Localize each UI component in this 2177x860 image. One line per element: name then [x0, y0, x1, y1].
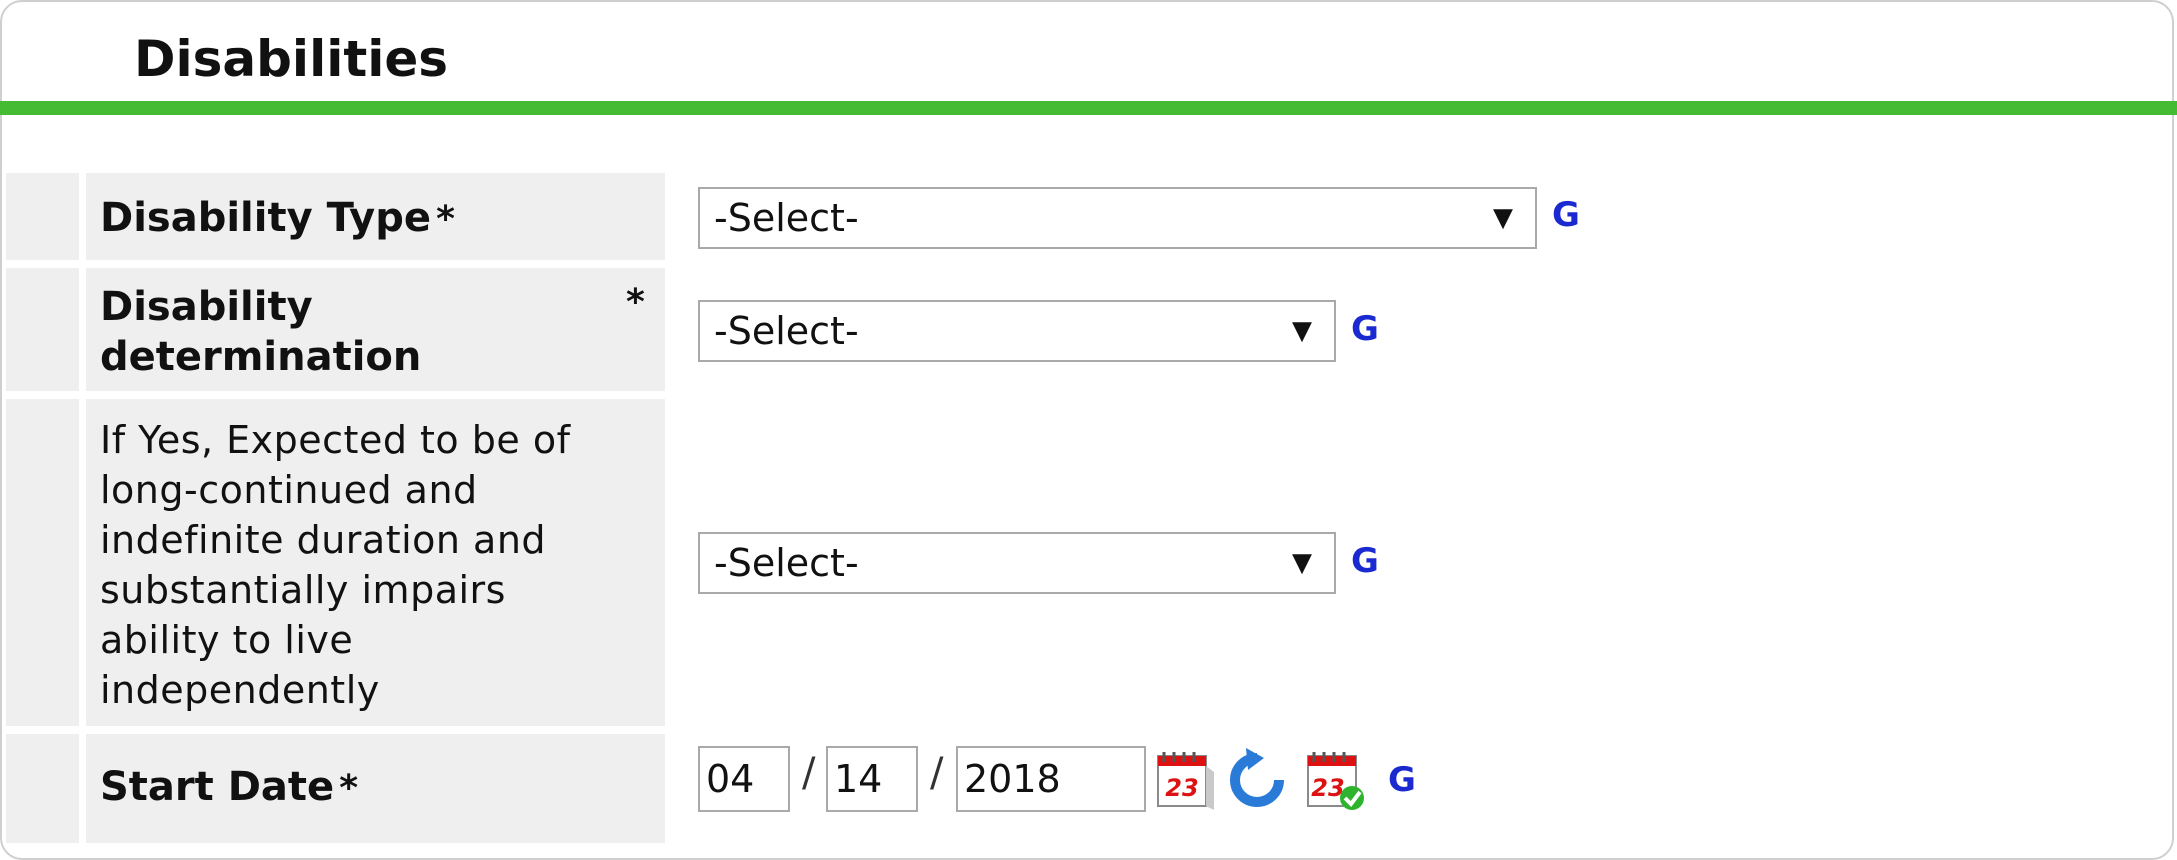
long-continued-label-line: long-continued and [100, 468, 478, 512]
date-separator: / [802, 750, 816, 796]
long-continued-label-line: independently [100, 668, 380, 712]
calendar-check-icon[interactable]: 23 [1302, 746, 1368, 812]
chevron-down-icon: ▼ [1493, 203, 1513, 233]
row-long-continued: If Yes, Expected to be of long-continued… [6, 399, 2174, 726]
g-link[interactable]: G [1552, 195, 1580, 235]
disability-determination-label-line2: determination [100, 334, 422, 380]
start-date-day-input[interactable]: 14 [826, 746, 918, 812]
long-continued-label-line: ability to live [100, 618, 354, 662]
svg-text:23: 23 [1311, 774, 1344, 802]
row-gutter [6, 734, 79, 843]
disability-determination-label-line1: Disability [100, 284, 313, 330]
select-value: -Select- [714, 309, 859, 353]
label-cell: Disability Type * [86, 173, 665, 260]
long-continued-label-line: substantially impairs [100, 568, 506, 612]
required-marker: * [626, 282, 645, 323]
long-continued-select[interactable]: -Select- ▼ [698, 532, 1336, 594]
calendar-icon[interactable]: 23 [1152, 746, 1218, 812]
label-cell: Start Date * [86, 734, 665, 843]
g-link[interactable]: G [1351, 309, 1379, 349]
start-date-month-input[interactable]: 04 [698, 746, 790, 812]
select-value: -Select- [714, 541, 859, 585]
disability-type-select[interactable]: -Select- ▼ [698, 187, 1537, 249]
row-gutter [6, 173, 79, 260]
svg-text:23: 23 [1165, 774, 1198, 802]
label-cell: Disability determination * [86, 268, 665, 391]
row-disability-determination: Disability determination * -Select- ▼ G [6, 268, 2174, 391]
disability-type-label: Disability Type [100, 195, 431, 241]
required-marker: * [436, 199, 455, 240]
g-link[interactable]: G [1388, 760, 1416, 800]
start-date-label: Start Date [100, 764, 335, 810]
chevron-down-icon: ▼ [1292, 316, 1312, 346]
row-gutter [6, 268, 79, 391]
g-link[interactable]: G [1351, 541, 1379, 581]
row-gutter [6, 399, 79, 726]
start-date-year-input[interactable]: 2018 [956, 746, 1146, 812]
select-value: -Select- [714, 196, 859, 240]
long-continued-label-line: If Yes, Expected to be of [100, 418, 571, 462]
section-header: Disabilities [0, 0, 2177, 115]
required-marker: * [339, 768, 359, 809]
long-continued-label-line: indefinite duration and [100, 518, 547, 562]
date-separator: / [930, 750, 944, 796]
disability-determination-select[interactable]: -Select- ▼ [698, 300, 1336, 362]
row-disability-type: Disability Type * -Select- ▼ G [6, 173, 2174, 260]
label-cell: If Yes, Expected to be of long-continued… [86, 399, 665, 726]
chevron-down-icon: ▼ [1292, 548, 1312, 578]
reset-icon[interactable] [1224, 746, 1290, 812]
section-title: Disabilities [134, 30, 449, 88]
row-start-date: Start Date * 04 / 14 / 2018 23 23 G [6, 734, 2174, 843]
